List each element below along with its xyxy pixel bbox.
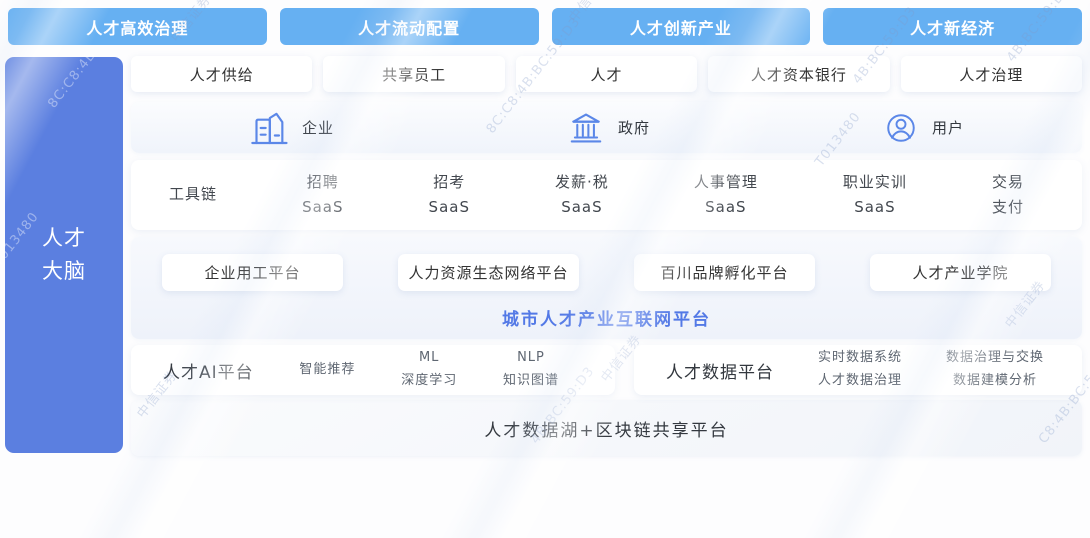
talent-data-platform-title: 人才数据平台 xyxy=(666,358,774,383)
ai-item-ml-deep-learning: ML 深度学习 xyxy=(401,347,457,393)
toolchain-payroll-tax-saas: 发薪·税 SaaS xyxy=(555,170,609,221)
pillar-row: 人才高效治理 人才流动配置 人才创新产业 人才新经济 xyxy=(8,8,1082,45)
data-item-exchange-modeling: 数据治理与交换 数据建模分析 xyxy=(946,347,1044,393)
toolchain-item-line2: SaaS xyxy=(429,195,470,221)
talent-ai-platform-panel: 人才AI平台 智能推荐 ML 深度学习 NLP 知识图谱 xyxy=(131,345,615,395)
data-item-line2: 人才数据治理 xyxy=(818,370,902,393)
block-hr-ecosystem-network-platform: 人力资源生态网络平台 xyxy=(398,254,579,291)
talent-brain-label: 人才 大脑 xyxy=(5,222,86,287)
ai-item-line1: NLP xyxy=(503,347,559,370)
toolchain-item-line2: 支付 xyxy=(992,195,1024,221)
city-talent-industry-internet-platform-title: 城市人才产业互联网平台 xyxy=(131,305,1082,330)
toolchain-item-line1: 招聘 xyxy=(302,170,343,196)
ai-item-nlp-knowledge-graph: NLP 知识图谱 xyxy=(503,347,559,393)
platform-blocks: 企业用工平台 人力资源生态网络平台 百川品牌孵化平台 人才产业学院 xyxy=(131,237,1082,291)
toolchain-item-line1: 人事管理 xyxy=(694,170,758,196)
block-shared-staff: 共享员工 xyxy=(323,56,504,92)
data-item-realtime-governance: 实时数据系统 人才数据治理 xyxy=(818,347,902,393)
toolchain-item-line2: SaaS xyxy=(302,195,343,221)
toolchain-item-line2: SaaS xyxy=(843,195,907,221)
toolchain-vocational-training-saas: 职业实训 SaaS xyxy=(843,170,907,221)
main-content: 人才供给 共享员工 人才 人才资本银行 人才治理 企业 xyxy=(131,56,1082,456)
toolchain-item-line2: SaaS xyxy=(694,195,758,221)
toolchain-trade-payment: 交易 支付 xyxy=(992,170,1024,221)
ai-item-line2: 深度学习 xyxy=(401,370,457,393)
talent-brain-architecture-diagram: T013480 8C:C8:4B 中信证券 8C:C8:4B:BC:59:D3 … xyxy=(0,0,1090,458)
actor-government-label: 政府 xyxy=(618,117,650,138)
block-talent-capital-bank: 人才资本银行 xyxy=(708,56,889,92)
toolchain-panel: 工具链 招聘 SaaS 招考 SaaS 发薪·税 SaaS 人事管理 SaaS … xyxy=(131,160,1082,230)
actor-government: 政府 xyxy=(567,109,650,147)
toolchain-recruiting-saas: 招聘 SaaS xyxy=(302,170,343,221)
block-talent: 人才 xyxy=(516,56,697,92)
toolchain-item-line1: 招考 xyxy=(429,170,470,196)
block-talent-industry-academy: 人才产业学院 xyxy=(870,254,1051,291)
pillar-innovation: 人才创新产业 xyxy=(552,8,811,45)
ai-item-line2: 知识图谱 xyxy=(503,370,559,393)
talent-data-platform-panel: 人才数据平台 实时数据系统 人才数据治理 数据治理与交换 数据建模分析 xyxy=(634,345,1082,395)
talent-ai-platform-title: 人才AI平台 xyxy=(163,358,254,383)
building-icon xyxy=(249,108,289,148)
toolchain-item-line1: 发薪·税 xyxy=(555,170,609,196)
block-enterprise-employment-platform: 企业用工平台 xyxy=(162,254,343,291)
platforms-panel: 企业用工平台 人力资源生态网络平台 百川品牌孵化平台 人才产业学院 城市人才产业… xyxy=(131,237,1082,339)
supply-row: 人才供给 共享员工 人才 人才资本银行 人才治理 xyxy=(131,56,1082,92)
ai-item-line1: ML xyxy=(401,347,457,370)
toolchain-hr-management-saas: 人事管理 SaaS xyxy=(694,170,758,221)
ai-data-row: 人才AI平台 智能推荐 ML 深度学习 NLP 知识图谱 人才数据平台 实时数据… xyxy=(131,345,1082,395)
toolchain-item-line2: SaaS xyxy=(555,195,609,221)
data-item-line1: 数据治理与交换 xyxy=(946,347,1044,370)
toolchain-item-line1: 职业实训 xyxy=(843,170,907,196)
bank-icon xyxy=(567,109,605,147)
data-lake-blockchain-platform: 人才数据湖+区块链共享平台 xyxy=(131,400,1082,456)
ai-item-smart-recommendation: 智能推荐 xyxy=(299,359,355,382)
pillar-new-economy: 人才新经济 xyxy=(823,8,1082,45)
actor-user: 用户 xyxy=(883,110,964,146)
block-talent-supply: 人才供给 xyxy=(131,56,312,92)
talent-brain-block: 人才 大脑 xyxy=(5,57,123,453)
data-item-line2: 数据建模分析 xyxy=(946,370,1044,393)
pillar-mobility: 人才流动配置 xyxy=(280,8,539,45)
user-icon xyxy=(883,110,919,146)
toolchain-exam-saas: 招考 SaaS xyxy=(429,170,470,221)
toolchain-item-line1: 交易 xyxy=(992,170,1024,196)
actor-enterprise-label: 企业 xyxy=(302,117,334,138)
talent-brain-line1: 人才 xyxy=(42,222,86,255)
block-baichuan-brand-incubation-platform: 百川品牌孵化平台 xyxy=(634,254,815,291)
talent-brain-line2: 大脑 xyxy=(42,255,86,288)
actor-enterprise: 企业 xyxy=(249,108,334,148)
pillar-governance: 人才高效治理 xyxy=(8,8,267,45)
data-item-line1: 实时数据系统 xyxy=(818,347,902,370)
actors-panel: 企业 政府 xyxy=(131,102,1082,153)
toolchain-label: 工具链 xyxy=(169,182,217,208)
actor-user-label: 用户 xyxy=(932,117,964,138)
block-talent-governance: 人才治理 xyxy=(901,56,1082,92)
